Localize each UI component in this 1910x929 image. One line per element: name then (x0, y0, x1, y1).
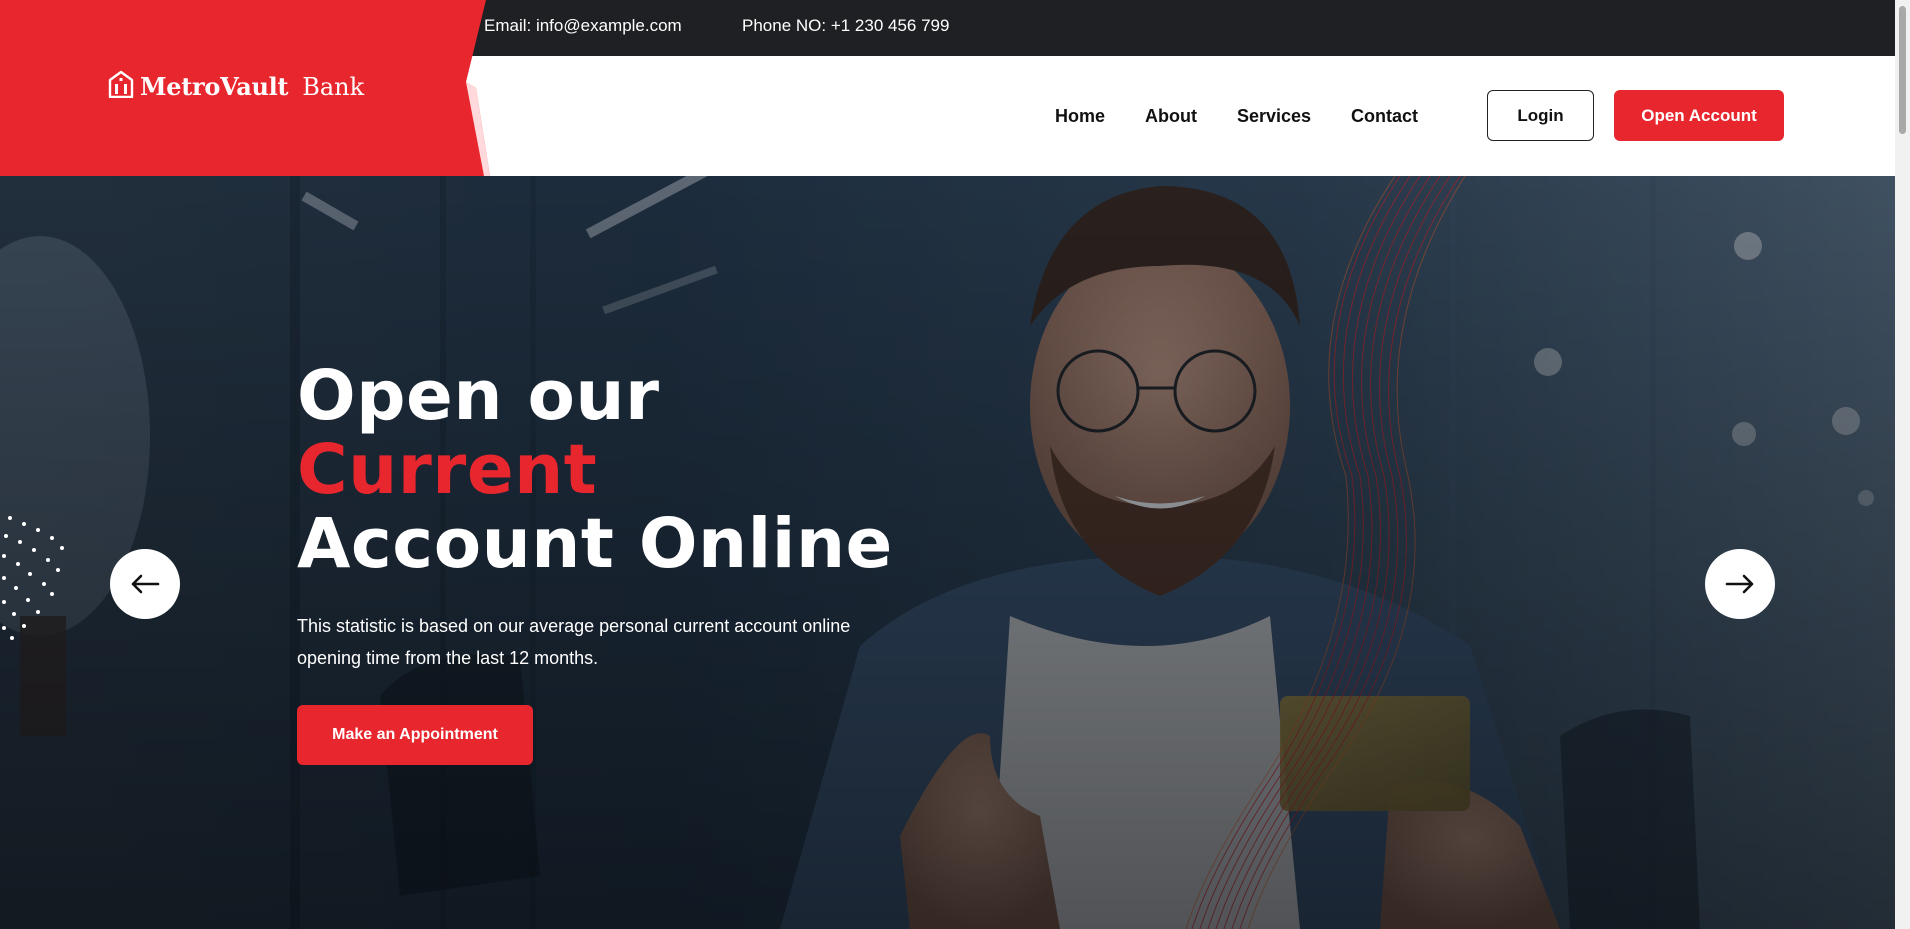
slider-prev-button[interactable] (110, 549, 180, 619)
hero-background-image (0, 176, 1895, 929)
brand-suffix: Bank (302, 72, 365, 101)
hero-title: Open our Current Account Online (297, 359, 893, 581)
hero-title-accent: Current (297, 430, 598, 510)
scrollbar-thumb[interactable] (1899, 6, 1906, 134)
hero-description: This statistic is based on our average p… (297, 616, 851, 668)
brand-logo[interactable]: MetroVault Bank (108, 70, 364, 103)
nav-about[interactable]: About (1145, 106, 1197, 127)
hero-title-line-1: Open our (297, 356, 660, 436)
hero-title-line-3: Account Online (297, 504, 893, 584)
hero-section: Open our Current Account Online This sta… (0, 176, 1895, 929)
open-account-button[interactable]: Open Account (1614, 90, 1784, 141)
nav-contact[interactable]: Contact (1351, 106, 1418, 127)
bank-building-icon (108, 70, 134, 103)
contact-phone[interactable]: Phone NO: +1 230 456 799 (742, 16, 949, 36)
contact-email[interactable]: Email: info@example.com (484, 16, 682, 36)
login-button[interactable]: Login (1487, 90, 1594, 141)
page-scrollbar[interactable] (1895, 0, 1910, 929)
nav-services[interactable]: Services (1237, 106, 1311, 127)
make-appointment-button[interactable]: Make an Appointment (297, 705, 533, 765)
arrow-left-icon (131, 574, 160, 594)
nav-home[interactable]: Home (1055, 106, 1105, 127)
slider-next-button[interactable] (1705, 549, 1775, 619)
arrow-right-icon (1725, 574, 1754, 594)
brand-name: MetroVault (140, 72, 289, 101)
